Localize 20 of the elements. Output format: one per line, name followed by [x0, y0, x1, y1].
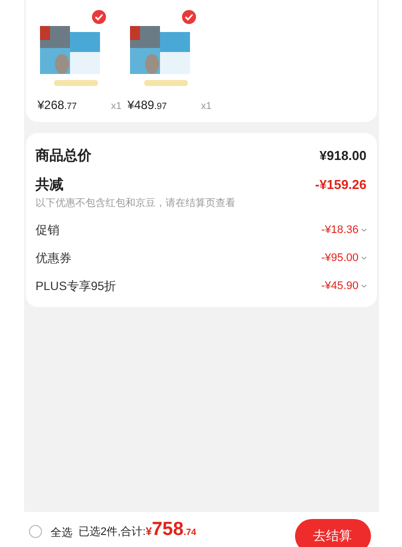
quantity: x1 [200, 100, 212, 114]
chevron-down-icon [360, 256, 366, 260]
discount-value: -¥159.26 [315, 176, 366, 194]
discount-note: 以下优惠不包含红包和京豆，请在结算页查看 [36, 196, 236, 211]
discount-row[interactable]: PLUS专享95折 -¥45.90 [36, 277, 366, 295]
select-all-label: 全选 [50, 526, 72, 541]
select-all-checkbox[interactable] [28, 525, 42, 538]
total-value: ¥918.00 [320, 146, 366, 165]
discount-label: 共减 [36, 175, 64, 194]
checkout-button[interactable]: 去结算 [294, 519, 370, 547]
total-amount: ¥758.74 [146, 519, 196, 542]
selected-count: 已选2件,合计: [78, 525, 146, 540]
quantity: x1 [110, 100, 122, 114]
chevron-down-icon [360, 228, 366, 232]
product-price: ¥489.97 [128, 97, 167, 114]
product-price: ¥268.77 [38, 97, 77, 114]
chevron-down-icon [360, 284, 366, 288]
discount-row[interactable]: 促销 -¥18.36 [36, 221, 366, 239]
total-label: 商品总价 [36, 146, 92, 165]
discount-row[interactable]: 优惠券 -¥95.00 [36, 249, 366, 267]
